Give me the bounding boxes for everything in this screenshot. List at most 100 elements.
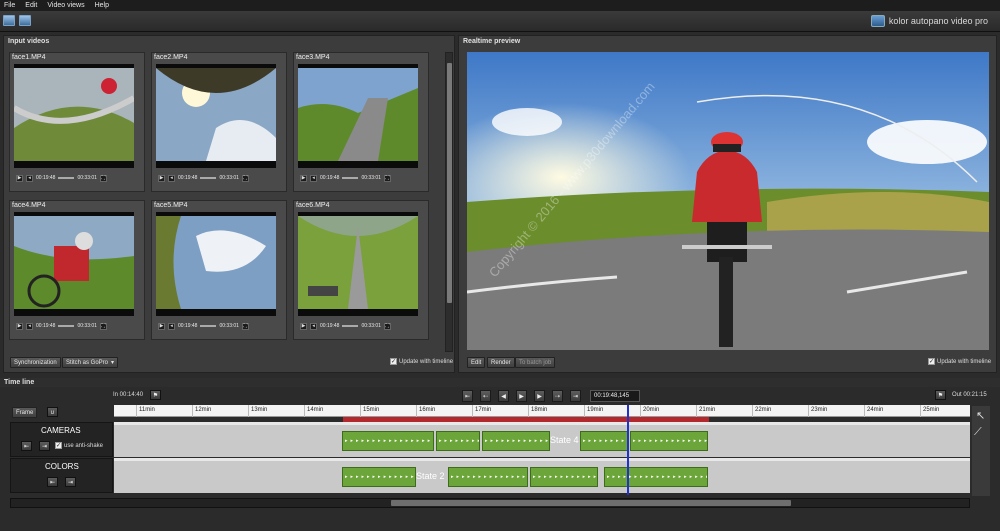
fullscreen-icon[interactable]: ⛶ bbox=[383, 174, 391, 182]
color-segment[interactable]: ▸▸▸▸▸▸▸▸▸▸▸▸▸▸▸▸▸▸▸▸ bbox=[604, 467, 708, 487]
volume-icon[interactable]: ◂ bbox=[168, 322, 175, 330]
state-label: State 2 bbox=[416, 471, 445, 481]
play-icon[interactable]: ▶ bbox=[158, 174, 165, 182]
thumb-slider[interactable] bbox=[200, 177, 217, 179]
knife-icon[interactable]: ⟋ bbox=[974, 426, 982, 439]
go-to-start-icon[interactable]: ⇤ bbox=[462, 390, 473, 402]
stitch-dropdown[interactable]: Stitch as GoPro ▾ bbox=[62, 357, 119, 368]
step-forward-icon[interactable]: ▶ bbox=[534, 390, 545, 402]
thumb-frame bbox=[298, 212, 418, 316]
input-update-checkbox[interactable]: ✓ Update with timeline bbox=[390, 358, 453, 365]
thumb-time: 00:19:48 bbox=[320, 175, 340, 181]
volume-icon[interactable]: ◂ bbox=[168, 174, 175, 182]
thumb-image bbox=[156, 216, 276, 309]
play-icon[interactable]: ▶ bbox=[300, 322, 307, 330]
play-icon[interactable]: ▶ bbox=[16, 322, 23, 330]
video-thumb-2[interactable]: face2.MP4 ▶ ◂ 00:19:48 00:33:01 ⛶ bbox=[151, 52, 287, 192]
seg-arrows: ▸▸▸▸▸▸▸▸▸▸▸▸▸▸▸▸▸▸▸▸ bbox=[533, 474, 597, 480]
seg-arrows: ▸▸▸▸▸▸▸▸▸▸▸▸▸▸▸▸▸▸▸▸ bbox=[451, 474, 528, 480]
frame-button[interactable]: Frame bbox=[12, 407, 38, 418]
camera-segment[interactable]: ▸▸▸▸▸▸▸▸▸▸▸▸▸▸▸▸▸▸▸▸ bbox=[482, 431, 550, 451]
timeline-ruler[interactable]: 11min 12min 13min 14min 15min 16min 17mi… bbox=[114, 405, 970, 417]
tick-label: 14min bbox=[307, 407, 324, 413]
tick-label: 20min bbox=[643, 407, 660, 413]
hscroll-thumb[interactable] bbox=[391, 500, 791, 506]
volume-icon[interactable]: ◂ bbox=[310, 174, 317, 182]
playhead[interactable] bbox=[627, 405, 629, 495]
stitch-dropdown-label: Stitch as GoPro bbox=[66, 359, 109, 366]
layout-icon-1[interactable] bbox=[3, 15, 15, 26]
set-in-flag-icon[interactable]: ⚑ bbox=[150, 390, 161, 400]
prev-state-icon[interactable]: ⇤ bbox=[21, 441, 32, 451]
volume-icon[interactable]: ◂ bbox=[310, 322, 317, 330]
input-videos-scrollbar[interactable] bbox=[445, 52, 453, 352]
preview-update-checkbox[interactable]: ✓ Update with timeline bbox=[928, 358, 991, 365]
camera-segment[interactable]: ▸▸▸▸▸▸▸▸▸▸▸▸▸▸▸▸▸▸▸▸ bbox=[630, 431, 708, 451]
fullscreen-icon[interactable]: ⛶ bbox=[241, 174, 249, 182]
thumb-slider[interactable] bbox=[58, 325, 75, 327]
play-icon[interactable]: ▶ bbox=[516, 390, 527, 402]
thumb-duration: 00:33:01 bbox=[77, 175, 97, 181]
color-segment[interactable]: ▸▸▸▸▸▸▸▸▸▸▸▸▸▸▸▸▸▸▸▸ bbox=[530, 467, 598, 487]
color-segment[interactable]: ▸▸▸▸▸▸▸▸▸▸▸▸▸▸▸▸▸▸▸▸ bbox=[342, 467, 416, 487]
color-segment[interactable]: ▸▸▸▸▸▸▸▸▸▸▸▸▸▸▸▸▸▸▸▸ bbox=[448, 467, 528, 487]
thumb-slider[interactable] bbox=[58, 177, 75, 179]
seg-arrows: ▸▸▸▸▸▸▸▸▸▸▸▸▸▸▸▸▸▸▸▸ bbox=[607, 474, 708, 480]
checkbox-icon[interactable]: ✓ bbox=[928, 358, 935, 365]
video-thumb-4[interactable]: face4.MP4 ▶ ◂ 00:19:48 00:33:01 ⛶ bbox=[9, 200, 145, 340]
fullscreen-icon[interactable]: ⛶ bbox=[99, 322, 107, 330]
fullscreen-icon[interactable]: ⛶ bbox=[383, 322, 391, 330]
anti-shake-checkbox[interactable]: ✓ use anti-shake bbox=[55, 442, 103, 449]
current-time-field[interactable]: 00:19:48,145 bbox=[590, 390, 640, 402]
track-lane-cameras[interactable]: ▸▸▸▸▸▸▸▸▸▸▸▸▸▸▸▸▸▸▸▸ ▸▸▸▸▸▸▸▸▸▸▸▸▸▸▸▸▸▸▸… bbox=[114, 422, 970, 457]
set-out-flag-icon[interactable]: ⚑ bbox=[935, 390, 946, 400]
track-lane-colors[interactable]: ▸▸▸▸▸▸▸▸▸▸▸▸▸▸▸▸▸▸▸▸ State 2 ▸▸▸▸▸▸▸▸▸▸▸… bbox=[114, 458, 970, 493]
play-icon[interactable]: ▶ bbox=[16, 174, 23, 182]
tick-label: 21min bbox=[699, 407, 716, 413]
play-icon[interactable]: ▶ bbox=[158, 322, 165, 330]
thumb-slider[interactable] bbox=[342, 325, 359, 327]
preview-viewport[interactable]: Copyright © 2016 - www.p30download.com bbox=[467, 52, 989, 350]
prev-key-icon[interactable]: ⇠ bbox=[480, 390, 491, 402]
camera-segment[interactable]: ▸▸▸▸▸▸▸▸▸▸▸▸▸▸▸▸▸▸▸▸ bbox=[436, 431, 480, 451]
checkbox-icon[interactable]: ✓ bbox=[390, 358, 397, 365]
seg-arrows: ▸▸▸▸▸▸▸▸▸▸▸▸▸▸▸▸▸▸▸▸ bbox=[439, 438, 479, 444]
magnet-icon[interactable]: ∪ bbox=[47, 407, 58, 417]
batch-job-button[interactable]: To batch job bbox=[515, 357, 556, 368]
camera-segment[interactable]: ▸▸▸▸▸▸▸▸▸▸▸▸▸▸▸▸▸▸▸▸ bbox=[580, 431, 628, 451]
cursor-icon[interactable]: ↖ bbox=[976, 409, 985, 422]
next-state-icon[interactable]: ⇥ bbox=[65, 477, 76, 487]
synchronization-button[interactable]: Synchronization bbox=[10, 357, 61, 368]
scrollbar-thumb[interactable] bbox=[447, 63, 452, 303]
volume-icon[interactable]: ◂ bbox=[26, 174, 33, 182]
volume-icon[interactable]: ◂ bbox=[26, 322, 33, 330]
render-button[interactable]: Render bbox=[487, 357, 515, 368]
video-thumb-1[interactable]: face1.MP4 ▶ ◂ 00:19:48 00:33:01 ⛶ bbox=[9, 52, 145, 192]
fullscreen-icon[interactable]: ⛶ bbox=[241, 322, 249, 330]
next-key-icon[interactable]: ⇢ bbox=[552, 390, 563, 402]
tick-label: 13min bbox=[251, 407, 268, 413]
play-icon[interactable]: ▶ bbox=[300, 174, 307, 182]
next-state-icon[interactable]: ⇥ bbox=[39, 441, 50, 451]
menu-help[interactable]: Help bbox=[95, 2, 109, 9]
seg-arrows: ▸▸▸▸▸▸▸▸▸▸▸▸▸▸▸▸▸▸▸▸ bbox=[583, 438, 628, 444]
video-thumb-6[interactable]: face6.MP4 ▶ ◂ 00:19:48 00:33:01 ⛶ bbox=[293, 200, 429, 340]
prev-state-icon[interactable]: ⇤ bbox=[47, 477, 58, 487]
step-back-icon[interactable]: ◀ bbox=[498, 390, 509, 402]
menu-video-views[interactable]: Video views bbox=[47, 2, 84, 9]
fullscreen-icon[interactable]: ⛶ bbox=[99, 174, 107, 182]
checkbox-icon[interactable]: ✓ bbox=[55, 442, 62, 449]
camera-segment[interactable]: ▸▸▸▸▸▸▸▸▸▸▸▸▸▸▸▸▸▸▸▸ bbox=[342, 431, 434, 451]
go-to-end-icon[interactable]: ⇥ bbox=[570, 390, 581, 402]
menu-edit[interactable]: Edit bbox=[25, 2, 37, 9]
thumb-image bbox=[14, 68, 134, 161]
timeline-hscroll[interactable] bbox=[10, 498, 970, 508]
thumb-slider[interactable] bbox=[200, 325, 217, 327]
edit-button[interactable]: Edit bbox=[467, 357, 486, 368]
layout-icon-2[interactable] bbox=[19, 15, 31, 26]
video-thumb-5[interactable]: face5.MP4 ▶ ◂ 00:19:48 00:33:01 ⛶ bbox=[151, 200, 287, 340]
video-thumb-3[interactable]: face3.MP4 ▶ ◂ 00:19:48 00:33:01 ⛶ bbox=[293, 52, 429, 192]
menu-file[interactable]: File bbox=[4, 2, 15, 9]
thumb-name: face1.MP4 bbox=[12, 54, 46, 61]
thumb-slider[interactable] bbox=[342, 177, 359, 179]
